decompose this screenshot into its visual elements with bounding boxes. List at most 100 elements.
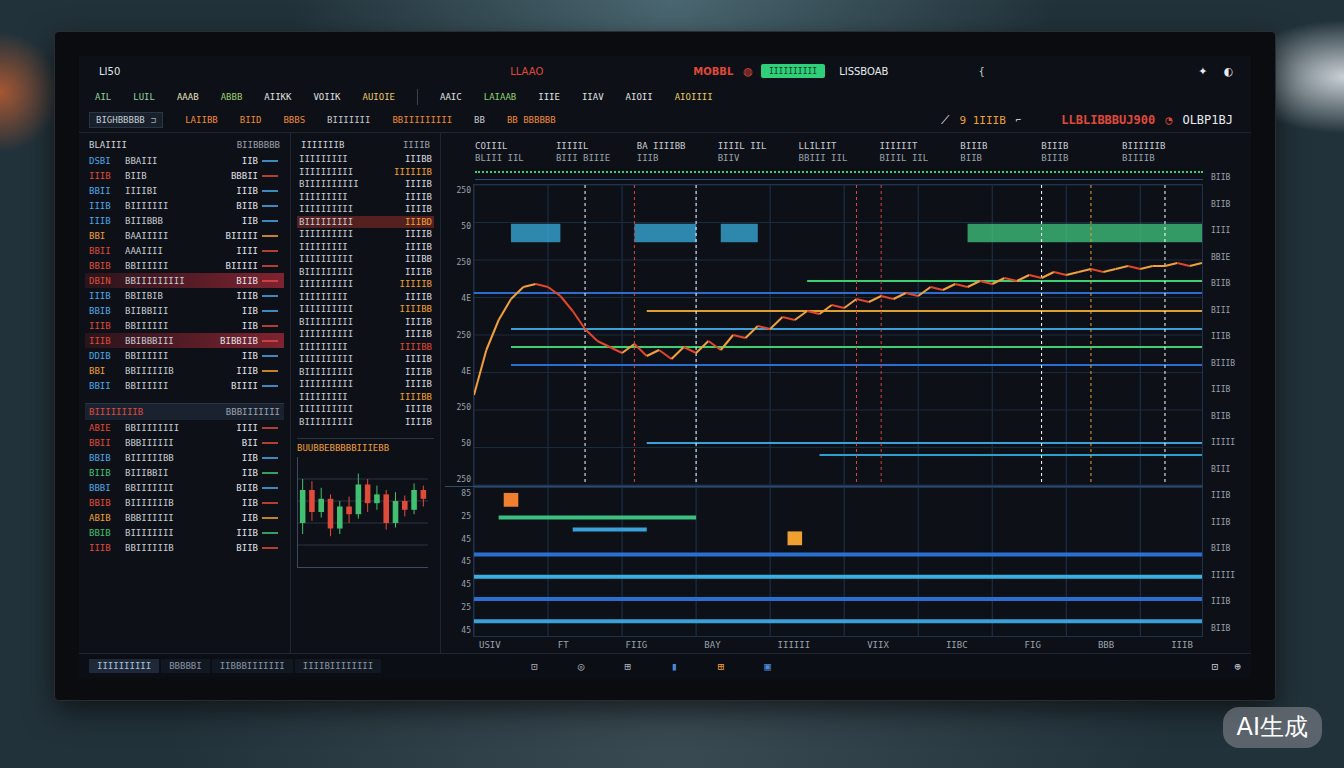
status-tab[interactable]: IIIIBIIIIIIII: [295, 659, 381, 673]
lower-plot[interactable]: [473, 487, 1203, 637]
order-row[interactable]: IIIIIIIIIIIIIB: [297, 291, 434, 304]
position-row[interactable]: BBIBBIIIIIIBBIIB: [85, 450, 284, 465]
right-tick: BIIB: [1211, 412, 1245, 421]
signal-point: [788, 531, 803, 545]
order-row[interactable]: IIIIIIIIIIIIIBB: [297, 253, 434, 266]
order-row[interactable]: BIIIIIIIIIIIIIB: [297, 266, 434, 279]
position-row[interactable]: BBIBBIIIIIIIBIIB: [85, 495, 284, 510]
menu-item[interactable]: AIL: [95, 92, 111, 102]
position-row[interactable]: BIIBBIIIBBIIIIB: [85, 465, 284, 480]
order-row[interactable]: IIIIIIIIIIIIIBB: [297, 341, 434, 354]
sub-item[interactable]: BBBS: [283, 115, 305, 125]
position-row[interactable]: ABIEBBIIIIIIIIIIII: [85, 420, 284, 435]
account-label[interactable]: LISSBOAB: [839, 66, 888, 77]
menu-item[interactable]: LUIL: [133, 92, 155, 102]
order-row[interactable]: IIIIIIIIIIIIIIIIB: [297, 166, 434, 179]
menu-item[interactable]: AIOIIII: [675, 92, 713, 102]
tool-icon[interactable]: ⊞: [624, 660, 631, 673]
menu-item[interactable]: IIAV: [582, 92, 604, 102]
chart-stat: LLILIITBBIII IIL: [799, 141, 880, 163]
menu-item[interactable]: AAAB: [177, 92, 199, 102]
order-row[interactable]: IIIIIIIIIIIIIIBB: [297, 303, 434, 316]
header-icon[interactable]: ◐: [1223, 65, 1233, 78]
menu-item[interactable]: AIOII: [626, 92, 653, 102]
order-row[interactable]: BIIIIIIIIIIIIIB: [297, 366, 434, 379]
order-row[interactable]: IIIIIIIIIIIIIIIB: [297, 278, 434, 291]
tool-icon[interactable]: ⊞: [718, 660, 725, 673]
candle: [318, 488, 324, 518]
position-row[interactable]: BBBIBBIIIIIIIBIIB: [85, 480, 284, 495]
order-row[interactable]: BIIIIIIIIIIIIIIB: [297, 178, 434, 191]
watchlist-row[interactable]: IIIBBBIBBBIIIBIBBIIB: [85, 333, 284, 348]
tool-icon[interactable]: ⊡: [531, 660, 538, 673]
status-tab[interactable]: IIIIIIIIII: [89, 659, 159, 673]
record-icon[interactable]: ◍: [743, 65, 753, 78]
watchlist-row[interactable]: BBIIBBIIIIIIBIIII: [85, 378, 284, 393]
sub-item[interactable]: BB BBBBBB: [507, 115, 556, 125]
position-row[interactable]: BBIBBIIIIIIIIIIIB: [85, 525, 284, 540]
watchlist-row[interactable]: BBIBBIIBBIIIIIB: [85, 303, 284, 318]
order-row[interactable]: IIIIIIIIIIIIIB: [297, 241, 434, 254]
sub-item[interactable]: BBIIIIIIIII: [392, 115, 452, 125]
menu-item[interactable]: IIIE: [538, 92, 560, 102]
order-row[interactable]: IIIIIIIIIIIIBB: [297, 153, 434, 166]
row-mark: [262, 265, 278, 267]
sub-item[interactable]: BIIIIIII: [327, 115, 370, 125]
status-tab[interactable]: IIBBBIIIIIII: [212, 659, 293, 673]
order-row[interactable]: IIIIIIIIIIIIIIB: [297, 228, 434, 241]
position-row[interactable]: IIIBBBIIIIIIBBIIB: [85, 540, 284, 555]
tool-icon[interactable]: ▮: [671, 660, 678, 673]
watchlist-row[interactable]: IIIBBBIIBIBIIIB: [85, 288, 284, 303]
action-button[interactable]: IIIIIIIIII: [761, 64, 825, 78]
menu-item[interactable]: AIIKK: [264, 92, 291, 102]
band: [634, 224, 696, 242]
watchlist-row[interactable]: BBIIAAAIIIIIIII: [85, 243, 284, 258]
alert-icon[interactable]: ◔: [1165, 113, 1172, 127]
symbol-box[interactable]: BIGHBBBBB⊐: [89, 112, 163, 128]
band: [721, 224, 758, 242]
tool-icon[interactable]: ▣: [764, 660, 771, 673]
tool-icon[interactable]: ◎: [578, 660, 585, 673]
order-row[interactable]: IIIIIIIIIIIIIIB: [297, 203, 434, 216]
menu-item[interactable]: AUIOIE: [363, 92, 396, 102]
order-row[interactable]: BIIIIIIIIIIIIBD: [297, 216, 434, 229]
order-row[interactable]: IIIIIIIIIIIIIIB: [297, 378, 434, 391]
position-row[interactable]: BBIIBBBIIIIIIBII: [85, 435, 284, 450]
order-row[interactable]: IIIIIIIIIIIIIBB: [297, 391, 434, 404]
order-row[interactable]: IIIIIIIIIIIIIIB: [297, 403, 434, 416]
watchlist-row[interactable]: IIIBBIIIBBBIIB: [85, 213, 284, 228]
settings-icon[interactable]: ⊕: [1234, 660, 1241, 673]
y-tick: 85: [445, 489, 471, 498]
sub-item[interactable]: BIID: [240, 115, 262, 125]
sub-item[interactable]: BB: [474, 115, 485, 125]
watchlist-row[interactable]: DBINBBIIIIIIIIIBIIB: [85, 273, 284, 288]
menu-item[interactable]: ABBB: [221, 92, 243, 102]
order-row[interactable]: BIIIIIIIIIIIIIB: [297, 316, 434, 329]
watchlist-row[interactable]: DDIBBBIIIIIIIIB: [85, 348, 284, 363]
watchlist-row[interactable]: IIIBBIIIIIIIBIIB: [85, 198, 284, 213]
watchlist-row[interactable]: DSBIBBAIIIIIB: [85, 153, 284, 168]
order-row[interactable]: BIIIIIIIIIIIIIB: [297, 416, 434, 429]
sub-item[interactable]: LAIIBB: [185, 115, 218, 125]
watchlist-row[interactable]: BBIBAAIIIIIBIIIII: [85, 228, 284, 243]
watchlist-row[interactable]: BBIBBBIIIIIIBIIIII: [85, 258, 284, 273]
status-tab[interactable]: BBBBBI: [161, 659, 210, 673]
activity-strip: [475, 171, 1203, 180]
menu-item[interactable]: AAIC: [440, 92, 462, 102]
price-plot[interactable]: [473, 184, 1203, 486]
order-row[interactable]: IIIIIIIIIIIIIB: [297, 191, 434, 204]
watchlist-row[interactable]: IIIBBIIBBBBII: [85, 168, 284, 183]
watchlist-row[interactable]: IIIBBBIIIIIIIIB: [85, 318, 284, 333]
order-row[interactable]: IIIIIIIIIIIIIIB: [297, 328, 434, 341]
menu-item[interactable]: VOIIK: [313, 92, 340, 102]
menu-item[interactable]: LAIAAB: [484, 92, 517, 102]
position-row[interactable]: ABIBBBBIIIIIIIIB: [85, 510, 284, 525]
settings-icon[interactable]: ⊡: [1212, 660, 1219, 673]
watchlist-row[interactable]: BBIBBIIIIIIBIIIB: [85, 363, 284, 378]
watchlist-row[interactable]: BBIIIIIIBIIIIB: [85, 183, 284, 198]
price-segment: [659, 350, 671, 359]
header-icon[interactable]: ✦: [1198, 65, 1207, 78]
y-tick: 25: [445, 512, 471, 521]
row-mark: [262, 532, 278, 534]
order-row[interactable]: IIIIIIIIIIIIIIB: [297, 353, 434, 366]
